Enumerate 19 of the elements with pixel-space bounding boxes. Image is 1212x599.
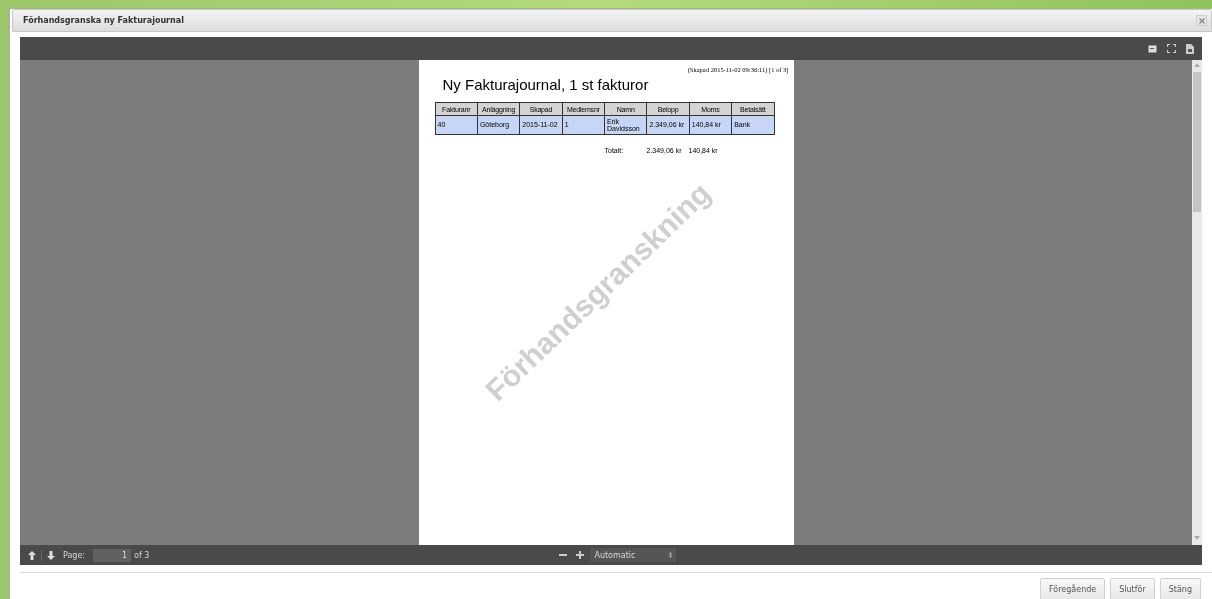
fullscreen-icon[interactable]: [1167, 44, 1176, 54]
presentation-icon[interactable]: [1148, 44, 1157, 53]
dialog-button[interactable]: Föregående: [1040, 578, 1106, 599]
close-button[interactable]: [1196, 15, 1207, 26]
caret-icon: [669, 552, 673, 559]
page-count: of 3: [134, 550, 150, 560]
page-label: Page:: [63, 550, 86, 560]
down-arrow-icon[interactable]: [47, 550, 55, 560]
close-icon: [1198, 17, 1205, 24]
dialog-button[interactable]: Stäng: [1159, 578, 1201, 599]
zoom-in-icon[interactable]: [576, 551, 585, 560]
document-icon[interactable]: [1186, 43, 1194, 54]
window-title: Förhandsgranska ny Fakturajournal: [23, 16, 184, 25]
page-number-field[interactable]: 1: [93, 548, 132, 562]
dialog-button[interactable]: Slutför: [1110, 578, 1155, 599]
zoom-select[interactable]: Automatic: [590, 548, 677, 563]
up-arrow-icon[interactable]: [28, 550, 36, 560]
zoom-out-icon[interactable]: [559, 554, 568, 557]
document-heading: Ny Fakturajournal, 1 st fakturor: [442, 76, 650, 94]
